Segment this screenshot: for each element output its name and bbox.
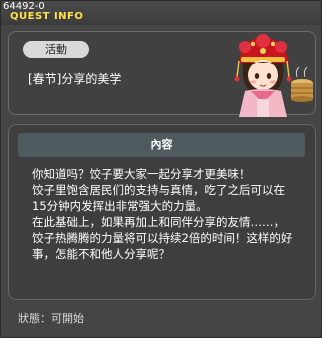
- description-line: 在此基础上，如果再加上和同伴分享的友情……，: [32, 215, 285, 229]
- description-line: 饺子里饱含居民们的支持与真情，吃了之后可以在: [32, 183, 285, 197]
- quest-info-window: 64492-0 QUEST INFO 活動 [春节]分享的美学 內容 你知道吗？…: [0, 0, 322, 338]
- description-line: 事，怎能不和他人分享呢？: [32, 247, 170, 261]
- window-title: QUEST INFO: [10, 11, 84, 22]
- dumpling-basket-icon: [291, 66, 313, 102]
- quest-status: 狀態：可開始: [18, 312, 84, 325]
- description-line: 你知道吗？饺子要大家一起分享才更美味！: [32, 167, 251, 181]
- description-line: 15分钟内发挥出非常强大的力量。: [32, 199, 208, 213]
- quest-name: [春节]分享的美学: [28, 72, 122, 86]
- event-category-badge: 活動: [23, 41, 89, 58]
- description-line: 饺子热腾腾的力量将可以持续2倍的时间！这样的好: [32, 231, 293, 245]
- title-bar[interactable]: 64492-0 QUEST INFO: [1, 1, 321, 25]
- content-header: 內容: [18, 133, 305, 157]
- quest-content-panel: 內容 你知道吗？饺子要大家一起分享才更美味！ 饺子里饱含居民们的支持与真情，吃了…: [8, 124, 316, 300]
- quest-description: 你知道吗？饺子要大家一起分享才更美味！ 饺子里饱含居民们的支持与真情，吃了之后可…: [32, 166, 314, 262]
- npc-portrait-icon: [234, 34, 313, 117]
